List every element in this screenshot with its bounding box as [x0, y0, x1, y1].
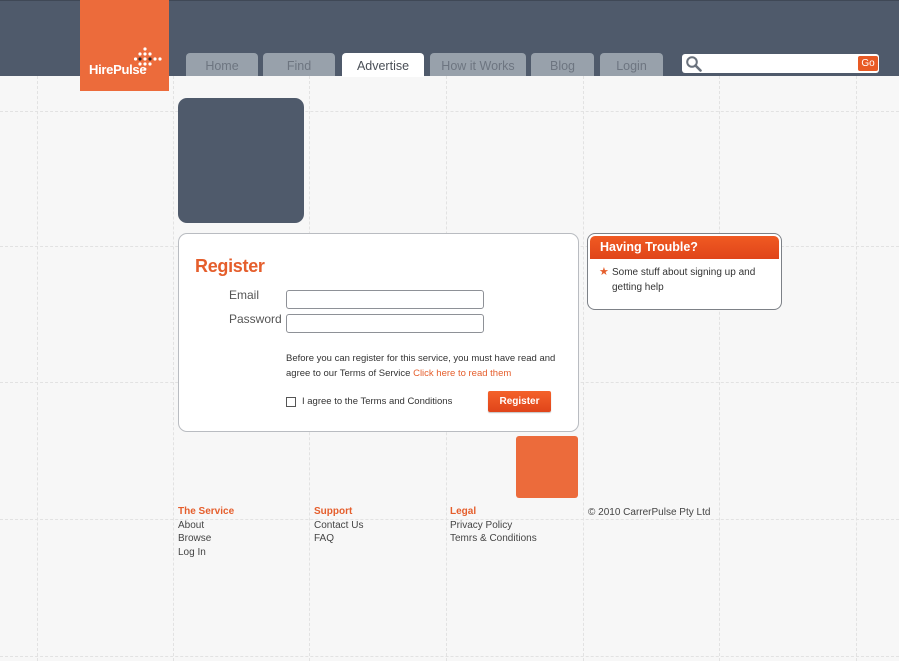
footer-column-service: The Service About Browse Log In: [178, 505, 234, 559]
footer-link-faq[interactable]: FAQ: [314, 532, 363, 546]
password-field[interactable]: [286, 314, 484, 333]
footer-link-contact-us[interactable]: Contact Us: [314, 519, 363, 533]
star-bullet-icon: ★: [599, 266, 609, 278]
email-label: Email: [229, 288, 260, 302]
footer-column-support: Support Contact Us FAQ: [314, 505, 363, 546]
trouble-item[interactable]: Some stuff about signing up and getting …: [612, 265, 777, 295]
footer-column-legal: Legal Privacy Policy Temrs & Conditions: [450, 505, 537, 546]
logo-text: HirePulse: [89, 62, 147, 77]
email-field[interactable]: [286, 290, 484, 309]
search-input[interactable]: [704, 55, 838, 72]
trouble-title: Having Trouble?: [590, 236, 779, 259]
footer-heading-legal: Legal: [450, 506, 477, 517]
register-title: Register: [195, 256, 265, 276]
tab-find[interactable]: Find: [263, 53, 335, 76]
footer-link-privacy-policy[interactable]: Privacy Policy: [450, 519, 537, 533]
feature-tile-orange: [516, 436, 578, 498]
tab-blog[interactable]: Blog: [531, 53, 594, 76]
password-label: Password: [229, 312, 282, 326]
register-panel: Register Email Password Before you can r…: [178, 233, 579, 432]
logo[interactable]: HirePulse: [80, 0, 169, 91]
feature-tile-dark: [178, 98, 304, 223]
footer-link-terms-conditions[interactable]: Temrs & Conditions: [450, 532, 537, 546]
footer-heading-service: The Service: [178, 506, 235, 517]
search-icon: [686, 56, 702, 72]
terms-link[interactable]: Click here to read them: [413, 368, 511, 379]
tab-advertise[interactable]: Advertise: [342, 53, 424, 77]
agree-label: I agree to the Terms and Conditions: [302, 396, 453, 407]
footer-link-about[interactable]: About: [178, 519, 234, 533]
search-box: Go: [682, 54, 879, 73]
search-go-button[interactable]: Go: [858, 56, 878, 71]
tab-how-it-works[interactable]: How it Works: [430, 53, 526, 76]
agree-checkbox[interactable]: [286, 397, 296, 407]
tab-home[interactable]: Home: [186, 53, 258, 76]
terms-notice: Before you can register for this service…: [286, 351, 571, 381]
footer-heading-support: Support: [314, 506, 353, 517]
register-button[interactable]: Register: [488, 391, 551, 412]
footer-link-browse[interactable]: Browse: [178, 532, 234, 546]
copyright: © 2010 CarrerPulse Pty Ltd: [588, 507, 711, 518]
footer-link-log-in[interactable]: Log In: [178, 546, 234, 560]
tab-login[interactable]: Login: [600, 53, 663, 76]
having-trouble-panel: Having Trouble? ★ Some stuff about signi…: [587, 233, 782, 310]
